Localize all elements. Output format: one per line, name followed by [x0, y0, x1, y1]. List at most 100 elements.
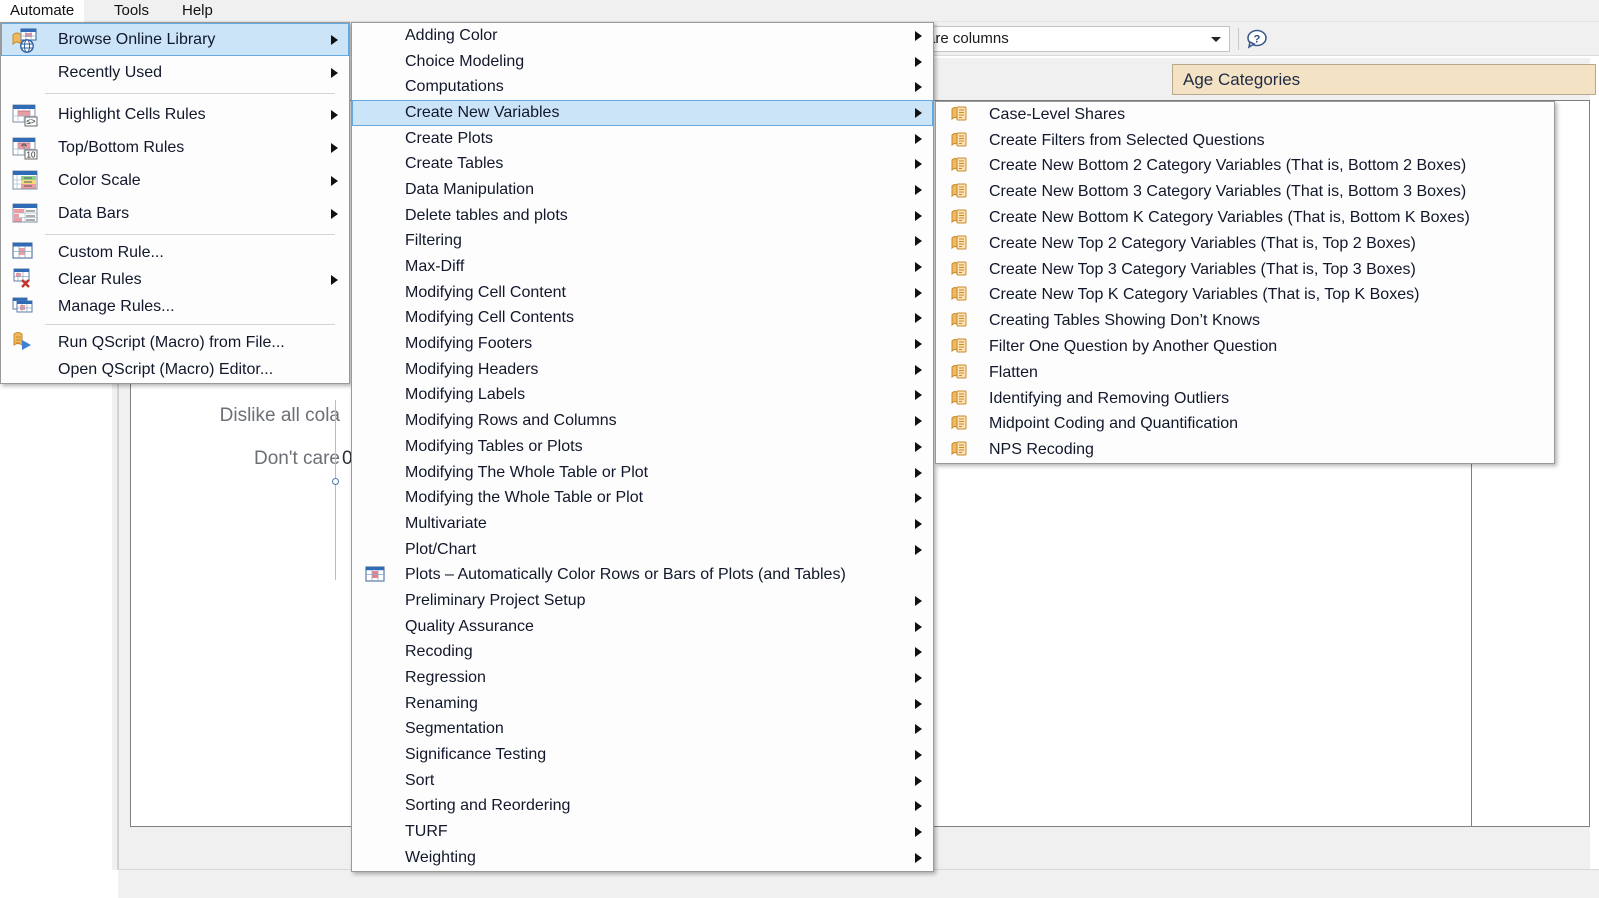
menu-separator: [45, 324, 335, 325]
menu-item-create-new-top-k-category-variables-that-is-to[interactable]: Create New Top K Category Variables (Tha…: [936, 283, 1554, 309]
submenu-arrow-icon: [915, 493, 922, 504]
submenu-arrow-icon: [915, 339, 922, 350]
menu-item-create-new-bottom-2-category-variables-that-is[interactable]: Create New Bottom 2 Category Variables (…: [936, 154, 1554, 180]
qscript-icon: [949, 310, 971, 332]
menu-item-multivariate[interactable]: Multivariate: [352, 511, 933, 537]
menu-item-manage-rules[interactable]: Manage Rules...: [1, 293, 349, 320]
create-new-variables-menu[interactable]: Case-Level Shares Create Filters from Se…: [935, 101, 1555, 465]
menu-item-open-qscript-macro-editor[interactable]: Open QScript (Macro) Editor...: [1, 356, 349, 383]
menu-item-label: Sorting and Reordering: [405, 797, 571, 815]
menu-item-label: Case-Level Shares: [989, 105, 1126, 123]
menu-item-color-scale[interactable]: Color Scale: [1, 164, 349, 197]
run-qscript-icon: [12, 330, 39, 357]
menubar-item-help[interactable]: Help: [172, 0, 223, 22]
menu-item-filtering[interactable]: Filtering: [352, 229, 933, 255]
menu-item-midpoint-coding-and-quantification[interactable]: Midpoint Coding and Quantification: [936, 412, 1554, 438]
menu-item-custom-rule[interactable]: Custom Rule...: [1, 239, 349, 266]
menubar-item-tools[interactable]: Tools: [104, 0, 159, 22]
menu-item-browse-online-library[interactable]: Browse Online Library: [1, 23, 349, 56]
submenu-arrow-icon: [331, 274, 338, 285]
menu-item-create-new-variables[interactable]: Create New Variables: [352, 100, 933, 126]
menu-item-label: Clear Rules: [58, 270, 142, 288]
menu-item-recently-used[interactable]: Recently Used: [1, 56, 349, 89]
menu-item-identifying-and-removing-outliers[interactable]: Identifying and Removing Outliers: [936, 386, 1554, 412]
chevron-down-icon[interactable]: [1207, 27, 1225, 51]
menu-item-plots-automatically-color-rows-or-bars-of-plot[interactable]: Plots – Automatically Color Rows or Bars…: [352, 562, 933, 588]
menu-item-label: Highlight Cells Rules: [58, 105, 206, 123]
menu-item-flatten[interactable]: Flatten: [936, 360, 1554, 386]
menu-item-recoding[interactable]: Recoding: [352, 640, 933, 666]
menu-item-create-new-bottom-k-category-variables-that-is[interactable]: Create New Bottom K Category Variables (…: [936, 205, 1554, 231]
menu-item-preliminary-project-setup[interactable]: Preliminary Project Setup: [352, 588, 933, 614]
menu-item-modifying-rows-and-columns[interactable]: Modifying Rows and Columns: [352, 408, 933, 434]
menu-item-adding-color[interactable]: Adding Color: [352, 23, 933, 49]
menubar-item-automate[interactable]: Automate: [0, 0, 85, 22]
submenu-arrow-icon: [331, 109, 338, 120]
menu-item-data-bars[interactable]: Data Bars: [1, 197, 349, 230]
menu-item-turf[interactable]: TURF: [352, 819, 933, 845]
menu-item-create-new-bottom-3-category-variables-that-is[interactable]: Create New Bottom 3 Category Variables (…: [936, 179, 1554, 205]
submenu-arrow-icon: [915, 210, 922, 221]
menu-item-label: Data Bars: [58, 204, 130, 222]
menu-item-creating-tables-showing-don-t-knows[interactable]: Creating Tables Showing Don’t Knows: [936, 308, 1554, 334]
menu-item-nps-recoding[interactable]: NPS Recoding: [936, 437, 1554, 463]
menu-item-highlight-cells-rules[interactable]: ≤> Highlight Cells Rules: [1, 98, 349, 131]
screen-root: Dislike all cola Don't care 0% Compare c…: [0, 0, 1599, 898]
menu-item-create-plots[interactable]: Create Plots: [352, 126, 933, 152]
menu-item-modifying-headers[interactable]: Modifying Headers: [352, 357, 933, 383]
menu-item-modifying-the-whole-table-or-plot[interactable]: Modifying The Whole Table or Plot: [352, 460, 933, 486]
menu-item-sort[interactable]: Sort: [352, 768, 933, 794]
help-question-icon[interactable]: ?: [1244, 26, 1270, 52]
menu-item-renaming[interactable]: Renaming: [352, 691, 933, 717]
submenu-arrow-icon: [915, 698, 922, 709]
menu-item-plot-chart[interactable]: Plot/Chart: [352, 537, 933, 563]
submenu-arrow-icon: [915, 827, 922, 838]
menu-item-modifying-footers[interactable]: Modifying Footers: [352, 331, 933, 357]
menu-item-sorting-and-reordering[interactable]: Sorting and Reordering: [352, 794, 933, 820]
menu-item-create-new-top-2-category-variables-that-is-to[interactable]: Create New Top 2 Category Variables (Tha…: [936, 231, 1554, 257]
menu-item-modifying-tables-or-plots[interactable]: Modifying Tables or Plots: [352, 434, 933, 460]
menu-item-create-tables[interactable]: Create Tables: [352, 151, 933, 177]
qscript-icon: [949, 413, 971, 435]
menu-item-create-new-top-3-category-variables-that-is-to[interactable]: Create New Top 3 Category Variables (Tha…: [936, 257, 1554, 283]
submenu-arrow-icon: [915, 390, 922, 401]
menu-item-label: Modifying The Whole Table or Plot: [405, 463, 649, 481]
submenu-arrow-icon: [915, 107, 922, 118]
menu-item-modifying-labels[interactable]: Modifying Labels: [352, 383, 933, 409]
chart-label-dont-care: Don't care: [253, 448, 340, 469]
menu-item-label: Open QScript (Macro) Editor...: [58, 360, 274, 378]
menu-item-label: Create New Bottom K Category Variables (…: [989, 209, 1470, 227]
menu-item-modifying-the-whole-table-or-plot[interactable]: Modifying the Whole Table or Plot: [352, 485, 933, 511]
menu-item-computations[interactable]: Computations: [352, 74, 933, 100]
menu-item-label: Data Manipulation: [405, 180, 534, 198]
menu-item-modifying-cell-contents[interactable]: Modifying Cell Contents: [352, 306, 933, 332]
menu-item-label: Create New Bottom 3 Category Variables (…: [989, 183, 1467, 201]
automate-menu[interactable]: Browse Online Library Recently Used ≤> Hi…: [0, 22, 350, 384]
menu-item-label: Adding Color: [405, 26, 498, 44]
menu-item-significance-testing[interactable]: Significance Testing: [352, 742, 933, 768]
submenu-arrow-icon: [915, 262, 922, 273]
menu-item-case-level-shares[interactable]: Case-Level Shares: [936, 102, 1554, 128]
menu-item-segmentation[interactable]: Segmentation: [352, 717, 933, 743]
menu-item-label: Multivariate: [405, 514, 487, 532]
menu-item-quality-assurance[interactable]: Quality Assurance: [352, 614, 933, 640]
menu-item-data-manipulation[interactable]: Data Manipulation: [352, 177, 933, 203]
online-library-menu[interactable]: Adding Color Choice Modeling Computations C…: [351, 22, 934, 872]
menu-item-clear-rules[interactable]: Clear Rules: [1, 266, 349, 293]
menu-item-weighting[interactable]: Weighting: [352, 845, 933, 871]
menu-separator: [45, 93, 335, 94]
svg-text:≤>: ≤>: [26, 117, 35, 126]
submenu-arrow-icon: [915, 724, 922, 735]
menu-item-create-filters-from-selected-questions[interactable]: Create Filters from Selected Questions: [936, 128, 1554, 154]
menu-item-label: Create New Top 3 Category Variables (Tha…: [989, 260, 1416, 278]
menu-item-regression[interactable]: Regression: [352, 665, 933, 691]
chart-resize-handle[interactable]: [332, 478, 339, 485]
menu-item-max-diff[interactable]: Max-Diff: [352, 254, 933, 280]
chart-value-axis: [335, 400, 336, 580]
menu-item-delete-tables-and-plots[interactable]: Delete tables and plots: [352, 203, 933, 229]
menu-item-modifying-cell-content[interactable]: Modifying Cell Content: [352, 280, 933, 306]
menu-item-choice-modeling[interactable]: Choice Modeling: [352, 49, 933, 75]
menu-item-top-bottom-rules[interactable]: 10 Top/Bottom Rules: [1, 131, 349, 164]
menu-item-filter-one-question-by-another-question[interactable]: Filter One Question by Another Question: [936, 334, 1554, 360]
menu-item-run-qscript-macro-from-file[interactable]: Run QScript (Macro) from File...: [1, 329, 349, 356]
